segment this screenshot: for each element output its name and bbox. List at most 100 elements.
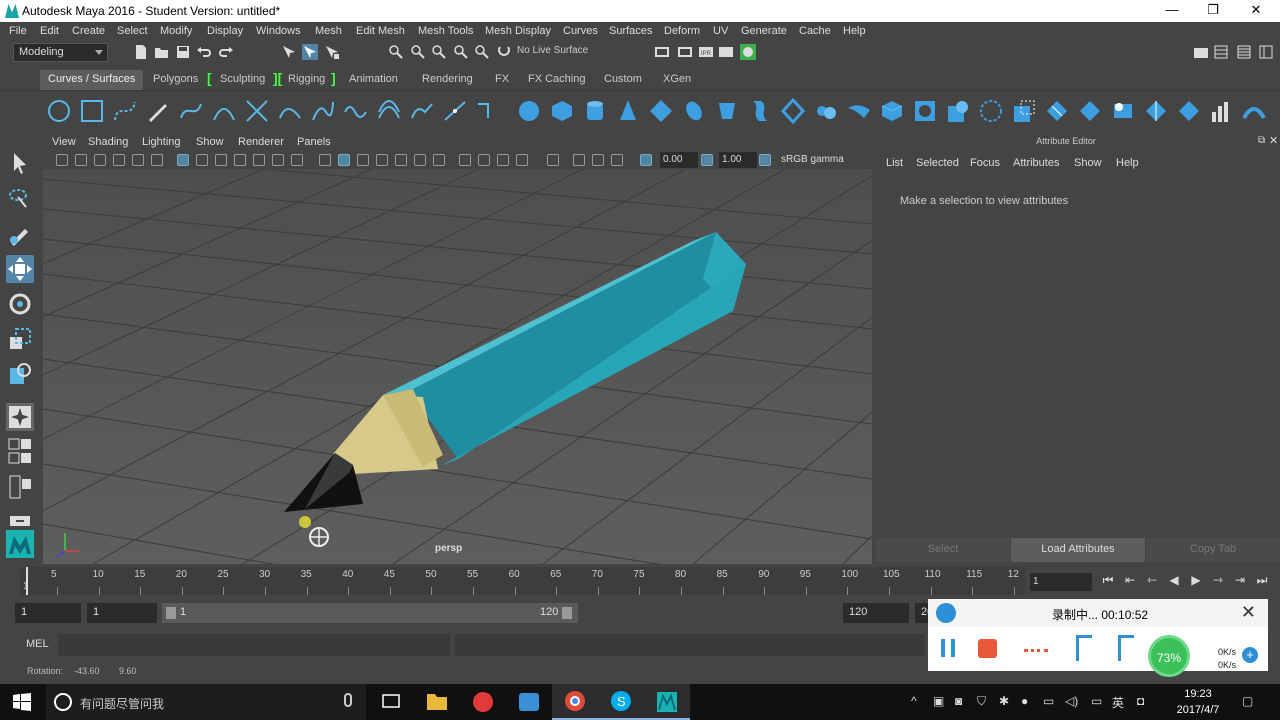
current-frame-field[interactable]: 1 — [1030, 573, 1092, 591]
recorder-close-icon[interactable]: ✕ — [1241, 602, 1256, 623]
menu-set-dropdown[interactable]: Modeling — [13, 43, 108, 62]
skype-icon[interactable]: S — [598, 684, 644, 720]
perspective-viewport[interactable]: persp — [43, 169, 872, 564]
offset-curve-icon[interactable] — [376, 98, 402, 124]
rebuild-surface-icon[interactable] — [1011, 98, 1037, 124]
camera-select-icon[interactable] — [56, 154, 68, 166]
render-frame-icon[interactable] — [677, 44, 693, 60]
play-forwards-icon[interactable]: ▶ — [1188, 573, 1204, 589]
modeling-toolkit-icon[interactable] — [1193, 44, 1209, 60]
viewport-menu-view[interactable]: View — [52, 136, 76, 148]
close-panel-icon[interactable]: ✕ — [1269, 134, 1278, 147]
depth-of-field-icon[interactable] — [497, 154, 509, 166]
ep-curve-icon[interactable] — [178, 98, 204, 124]
gate-mask-icon[interactable] — [234, 154, 246, 166]
film-gate-icon[interactable] — [196, 154, 208, 166]
nurbs-plane-icon[interactable] — [648, 98, 674, 124]
nurbs-cylinder-icon[interactable] — [582, 98, 608, 124]
action-center-icon[interactable]: ▢ — [1242, 694, 1253, 708]
menu-create[interactable]: Create — [72, 25, 105, 37]
rotate-tool-icon[interactable] — [6, 290, 34, 318]
viewport-menu-shading[interactable]: Shading — [88, 136, 128, 148]
media-app-icon[interactable] — [506, 684, 552, 720]
sculpt-geometry-icon[interactable] — [1209, 98, 1235, 124]
pencil-curve-icon[interactable] — [145, 98, 171, 124]
save-scene-icon[interactable] — [175, 44, 191, 60]
revolve-icon[interactable] — [714, 98, 740, 124]
ae-select-button[interactable]: Select — [876, 538, 1010, 562]
tab-curves-surfaces[interactable]: Curves / Surfaces — [40, 70, 144, 90]
color-management-icon[interactable] — [759, 154, 771, 166]
ambient-occlusion-icon[interactable] — [433, 154, 445, 166]
ae-menu-list[interactable]: List — [886, 157, 903, 169]
snap-view-plane-icon[interactable] — [453, 44, 469, 60]
stop-icon[interactable] — [978, 639, 997, 658]
tab-animation[interactable]: Animation — [341, 70, 406, 90]
ae-menu-help[interactable]: Help — [1116, 157, 1139, 169]
backface-culling-icon[interactable] — [611, 154, 623, 166]
scale-tool-icon[interactable] — [6, 325, 34, 353]
safe-action-icon[interactable] — [272, 154, 284, 166]
menu-mesh-tools[interactable]: Mesh Tools — [418, 25, 473, 37]
add-icon[interactable]: + — [1242, 647, 1258, 663]
playback-end-field[interactable]: 120 — [843, 603, 909, 623]
ae-copy-tab-button[interactable]: Copy Tab — [1146, 538, 1280, 562]
insert-isoparms-icon[interactable] — [1044, 98, 1070, 124]
exposure-icon[interactable] — [640, 154, 652, 166]
menu-generate[interactable]: Generate — [741, 25, 787, 37]
camera-attributes-icon[interactable] — [75, 154, 87, 166]
reverse-surface-icon[interactable] — [1143, 98, 1169, 124]
nurbs-square-icon[interactable] — [79, 98, 105, 124]
use-all-lights-icon[interactable] — [395, 154, 407, 166]
show-hidden-icons[interactable]: ^ — [911, 694, 917, 708]
step-back-key-icon[interactable]: ⇽ — [1144, 573, 1160, 589]
script-language-label[interactable]: MEL — [26, 638, 49, 650]
viewport-menu-renderer[interactable]: Renderer — [238, 136, 284, 148]
mel-input[interactable] — [58, 634, 450, 656]
menu-cache[interactable]: Cache — [799, 25, 831, 37]
channel-box-icon[interactable] — [1213, 44, 1229, 60]
select-hierarchy-icon[interactable] — [281, 44, 297, 60]
new-scene-icon[interactable] — [133, 44, 149, 60]
pause-icon[interactable] — [941, 639, 955, 657]
volume-icon[interactable]: ◁) — [1065, 694, 1078, 708]
ime-language[interactable]: 英 — [1112, 694, 1124, 711]
tool-settings-icon[interactable] — [1258, 44, 1274, 60]
step-back-frame-icon[interactable]: ⇤ — [1122, 573, 1138, 589]
nurbs-torus-icon[interactable] — [681, 98, 707, 124]
time-ruler[interactable]: 1 51015202530354045505560657075808590951… — [20, 567, 1025, 595]
bevel-plus-icon[interactable] — [879, 98, 905, 124]
move-tool-icon[interactable] — [6, 255, 34, 283]
windows-start-icon[interactable] — [13, 693, 31, 711]
shadows-icon[interactable] — [414, 154, 426, 166]
step-forward-key-icon[interactable]: ⇾ — [1210, 573, 1226, 589]
playback-start-field[interactable]: 1 — [87, 603, 157, 623]
system-clock[interactable]: 19:23 2017/4/7 — [1168, 686, 1228, 718]
range-start-handle[interactable] — [166, 607, 176, 619]
tab-sculpting[interactable]: Sculpting — [212, 70, 273, 90]
multisample-aa-icon[interactable] — [478, 154, 490, 166]
menu-edit[interactable]: Edit — [40, 25, 59, 37]
tab-fx-caching[interactable]: FX Caching — [520, 70, 593, 90]
image-plane-icon[interactable] — [113, 154, 125, 166]
close-button[interactable]: ✕ — [1241, 2, 1271, 20]
tab-custom[interactable]: Custom — [596, 70, 650, 90]
menu-edit-mesh[interactable]: Edit Mesh — [356, 25, 405, 37]
undo-icon[interactable] — [196, 44, 212, 60]
wireframe-icon[interactable] — [319, 154, 331, 166]
open-scene-icon[interactable] — [154, 44, 170, 60]
grid-toggle-icon[interactable] — [177, 154, 189, 166]
fillet-curve-icon[interactable] — [475, 98, 501, 124]
four-view-layout-icon[interactable] — [6, 403, 34, 431]
viewport-menu-lighting[interactable]: Lighting — [142, 136, 181, 148]
extrude-icon[interactable] — [813, 98, 839, 124]
menu-deform[interactable]: Deform — [664, 25, 700, 37]
xray-joints-icon[interactable] — [573, 154, 585, 166]
ipr-render-icon[interactable]: IPR — [698, 44, 714, 60]
menu-mesh[interactable]: Mesh — [315, 25, 342, 37]
menu-curves[interactable]: Curves — [563, 25, 598, 37]
trim-tool-icon[interactable] — [912, 98, 938, 124]
microphone-icon[interactable] — [344, 693, 352, 707]
planar-icon[interactable] — [780, 97, 806, 125]
gamma-field[interactable]: 1.00 — [719, 152, 757, 168]
